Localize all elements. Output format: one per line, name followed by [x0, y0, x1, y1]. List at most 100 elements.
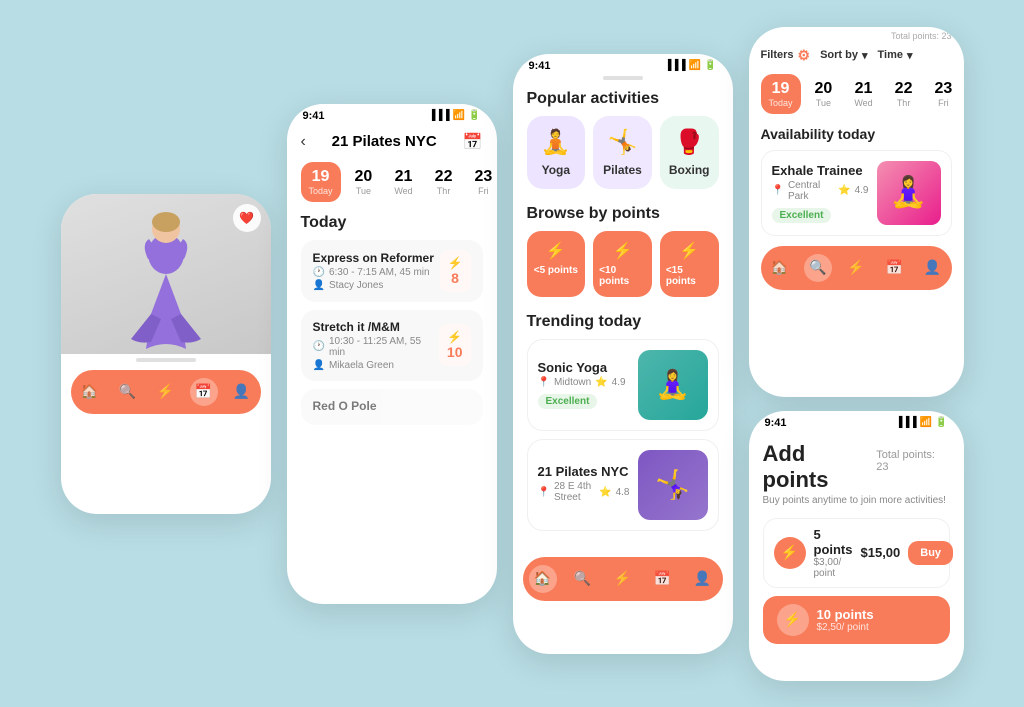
status-bar-3: 9:41 ▐▐▐📶🔋 — [513, 54, 733, 74]
nav-search-icon-c[interactable]: 🔍 — [569, 565, 597, 593]
points-num-1: 8 — [451, 270, 459, 286]
phone-title: 21 Pilates NYC — [306, 133, 463, 150]
date-num-tue: 20 — [355, 168, 373, 186]
date-wed-4[interactable]: 21 Wed — [846, 74, 880, 114]
time-button[interactable]: Time ▾ — [878, 49, 913, 62]
class-card-2[interactable]: Stretch it /M&M 🕐 10:30 - 11:25 AM, 55 m… — [301, 310, 483, 381]
phone-availability: Total points: 23 Filters ⚙ Sort by ▾ Tim… — [749, 27, 964, 397]
excellent-badge-1: Excellent — [538, 394, 598, 409]
points-10-label: <10 points — [599, 265, 646, 287]
nav-calendar-icon-c[interactable]: 📅 — [649, 565, 677, 593]
status-time-3: 9:41 — [529, 60, 551, 72]
trending-card-2[interactable]: 21 Pilates NYC 📍 28 E 4th Street ⭐ 4.8 🤸… — [527, 439, 719, 531]
avail-excellent-badge: Excellent — [772, 208, 832, 223]
class-time-1: 🕐 6:30 - 7:15 AM, 45 min — [313, 267, 434, 278]
activity-grid: 🧘 Yoga 🤸 Pilates 🥊 Boxing — [527, 116, 719, 189]
points-option-10[interactable]: ⚡ 10 points $2,50/ point — [763, 596, 950, 644]
option-info-10: 10 points $2,50/ point — [817, 607, 936, 633]
date-label-today: Today — [309, 186, 333, 196]
date-row-4: 19 Today 20 Tue 21 Wed 22 Thr 23 Fri — [761, 74, 952, 114]
lightning-10: ⚡ — [613, 241, 633, 261]
nav-search-4[interactable]: 🔍 — [804, 254, 832, 282]
trending-thumb-2: 🤸‍♀️ — [638, 450, 708, 520]
add-points-title: Add points — [763, 441, 877, 493]
nav-profile-icon[interactable]: 👤 — [228, 378, 256, 406]
filters-button[interactable]: Filters ⚙ — [761, 47, 811, 64]
status-bar-5: 9:41 ▐▐▐📶🔋 — [749, 411, 964, 431]
nav-home-icon[interactable]: 🏠 — [76, 378, 104, 406]
nav-lightning-icon[interactable]: ⚡ — [152, 378, 180, 406]
sortby-button[interactable]: Sort by ▾ — [820, 49, 867, 62]
date-thr-4[interactable]: 22 Thr — [887, 74, 921, 114]
nav-search-icon[interactable]: 🔍 — [114, 378, 142, 406]
date-label-fri: Fri — [478, 186, 489, 196]
date-label-wed: Wed — [394, 186, 412, 196]
boxing-icon: 🥊 — [674, 128, 704, 157]
today-section-title: Today — [301, 214, 483, 232]
add-points-subtitle: Buy points anytime to join more activiti… — [763, 495, 950, 506]
avail-thumb: 🧘‍♀️ — [877, 161, 941, 225]
points-option-5[interactable]: ⚡ 5 points $3,00/ point $15,00 Buy — [763, 518, 950, 588]
bottom-nav-4: 🏠 🔍 ⚡ 📅 👤 — [761, 246, 952, 290]
activity-boxing[interactable]: 🥊 Boxing — [660, 116, 719, 189]
date-today[interactable]: 19 Today — [301, 162, 341, 202]
calendar-icon[interactable]: 📅 — [463, 132, 483, 152]
lightning-icon-2: ⚡ — [447, 330, 462, 344]
avail-info: Exhale Trainee 📍 Central Park ⭐ 4.9 Exce… — [772, 163, 869, 223]
date-wed[interactable]: 21 Wed — [386, 162, 420, 202]
popular-section-title: Popular activities — [527, 90, 719, 108]
lightning-icon-1: ⚡ — [448, 256, 463, 270]
trending-name-1: Sonic Yoga — [538, 360, 630, 375]
class-card-3[interactable]: Red O Pole — [301, 389, 483, 425]
time-chevron: ▾ — [907, 49, 913, 62]
date-today-4[interactable]: 19 Today — [761, 74, 801, 114]
class-info-2: Stretch it /M&M 🕐 10:30 - 11:25 AM, 55 m… — [313, 320, 439, 371]
status-icons-5: ▐▐▐📶🔋 — [895, 417, 947, 428]
date-tue-4[interactable]: 20 Tue — [807, 74, 841, 114]
activity-pilates[interactable]: 🤸 Pilates — [593, 116, 652, 189]
date-fri[interactable]: 23 Fri — [466, 162, 496, 202]
avail-meta: 📍 Central Park ⭐ 4.9 — [772, 180, 869, 202]
nav-home-4[interactable]: 🏠 — [766, 254, 794, 282]
class-name-3: Red O Pole — [313, 399, 377, 413]
date-label-tue: Tue — [356, 186, 371, 196]
date-fri-4[interactable]: 23 Fri — [926, 74, 960, 114]
class-info-3: Red O Pole — [313, 399, 377, 415]
nav-profile-4[interactable]: 👤 — [918, 254, 946, 282]
trending-meta-1: 📍 Midtown ⭐ 4.9 — [538, 377, 630, 388]
avail-card[interactable]: Exhale Trainee 📍 Central Park ⭐ 4.9 Exce… — [761, 150, 952, 236]
nav-lightning-4[interactable]: ⚡ — [842, 254, 870, 282]
phone-activities: 9:41 ▐▐▐📶🔋 Popular activities 🧘 Yoga 🤸 P… — [513, 54, 733, 654]
points-15-label: <15 points — [666, 265, 713, 287]
nav-row: ‹ 21 Pilates NYC 📅 — [301, 132, 483, 152]
points-10[interactable]: ⚡ <10 points — [593, 231, 652, 297]
option-lightning-5: ⚡ — [774, 537, 806, 569]
date-thr[interactable]: 22 Thr — [427, 162, 461, 202]
nav-profile-icon-c[interactable]: 👤 — [689, 565, 717, 593]
lightning-5: ⚡ — [546, 241, 566, 261]
activity-yoga[interactable]: 🧘 Yoga — [527, 116, 586, 189]
class-instructor-1: 👤 Stacy Jones — [313, 280, 434, 291]
phone-add-points: 9:41 ▐▐▐📶🔋 Add points Total points: 23 B… — [749, 411, 964, 681]
nav-lightning-icon-c[interactable]: ⚡ — [609, 565, 637, 593]
buy-button-5[interactable]: Buy — [908, 541, 953, 565]
status-time-5: 9:41 — [765, 417, 787, 429]
points-5[interactable]: ⚡ <5 points — [527, 231, 586, 297]
nav-home-icon-c[interactable]: 🏠 — [529, 565, 557, 593]
trending-info-1: Sonic Yoga 📍 Midtown ⭐ 4.9 Excellent — [538, 360, 630, 409]
trending-card-1[interactable]: Sonic Yoga 📍 Midtown ⭐ 4.9 Excellent 🧘‍♀… — [527, 339, 719, 431]
date-tue[interactable]: 20 Tue — [347, 162, 381, 202]
pilates-label: Pilates — [603, 163, 642, 177]
trending-thumb-1: 🧘‍♀️ — [638, 350, 708, 420]
nav-calendar-icon[interactable]: 📅 — [190, 378, 218, 406]
boxing-label: Boxing — [669, 163, 710, 177]
class-card-1[interactable]: Express on Reformer 🕐 6:30 - 7:15 AM, 45… — [301, 240, 483, 302]
favorite-button[interactable]: ❤️ — [233, 204, 261, 232]
points-15[interactable]: ⚡ <15 points — [660, 231, 719, 297]
nav-calendar-4[interactable]: 📅 — [880, 254, 908, 282]
hero-image: ❤️ — [61, 194, 271, 354]
browse-section-title: Browse by points — [527, 205, 719, 223]
points-num-2: 10 — [447, 344, 463, 360]
date-num-wed: 21 — [395, 168, 413, 186]
option-price-5: $3,00/ point — [814, 557, 853, 579]
